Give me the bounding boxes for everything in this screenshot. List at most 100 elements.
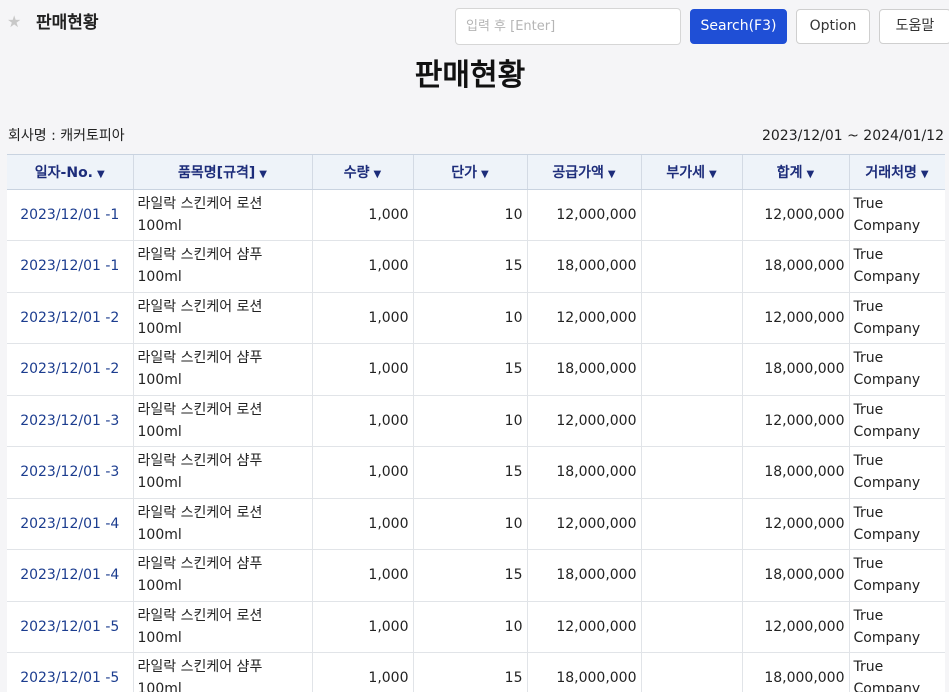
supply-cell: 18,000,000: [527, 652, 642, 692]
table-row[interactable]: 2023/12/01 -2 라일락 스킨케어 로션 100ml 1,000 10 12,…: [7, 292, 945, 344]
caret-down-icon[interactable]: ▼: [709, 169, 717, 180]
report-title: 판매현황: [414, 58, 526, 93]
header-col-item[interactable]: 품목명[규격] ▼: [133, 155, 313, 190]
caret-down-icon[interactable]: ▼: [259, 169, 267, 180]
caret-down-icon[interactable]: ▼: [481, 169, 489, 180]
table-row[interactable]: 2023/12/01 -4 라일락 스킨케어 샴푸 100ml 1,000 15 18,…: [7, 549, 945, 602]
header-label: 수량: [343, 164, 370, 181]
header-col-vat[interactable]: 부가세 ▼: [641, 155, 743, 190]
qty-cell: 1,000: [312, 395, 414, 447]
total-cell: 12,000,000: [742, 292, 850, 344]
header-col-price[interactable]: 단가 ▼: [413, 155, 528, 190]
caret-down-icon[interactable]: ▼: [921, 169, 929, 180]
item-cell: 라일락 스킨케어 로션 100ml: [133, 292, 313, 344]
search-button[interactable]: Search(F3): [690, 9, 787, 44]
header-col-customer[interactable]: 거래처명 ▼: [849, 155, 945, 190]
vat-cell: [641, 446, 743, 499]
total-cell: 12,000,000: [742, 395, 850, 447]
qty-cell: 1,000: [312, 343, 414, 396]
customer-cell: True Company: [849, 292, 945, 344]
qty-cell: 1,000: [312, 601, 414, 653]
header-label: 거래처명: [865, 164, 917, 181]
total-cell: 18,000,000: [742, 446, 850, 499]
item-cell: 라일락 스킨케어 샴푸 100ml: [133, 446, 313, 499]
qty-cell: 1,000: [312, 292, 414, 344]
date-cell[interactable]: 2023/12/01 -3: [7, 395, 134, 447]
item-cell: 라일락 스킨케어 로션 100ml: [133, 498, 313, 550]
item-cell: 라일락 스킨케어 샴푸 100ml: [133, 652, 313, 692]
price-cell: 10: [413, 601, 528, 653]
item-cell: 라일락 스킨케어 샴푸 100ml: [133, 240, 313, 293]
app-title: 판매현황: [36, 13, 99, 33]
table-row[interactable]: 2023/12/01 -1 라일락 스킨케어 로션 100ml 1,000 10 12,…: [7, 189, 945, 241]
header-label: 단가: [451, 164, 478, 181]
total-cell: 18,000,000: [742, 240, 850, 293]
caret-down-icon[interactable]: ▼: [807, 169, 815, 180]
price-cell: 15: [413, 343, 528, 396]
table-row[interactable]: 2023/12/01 -3 라일락 스킨케어 로션 100ml 1,000 10 12,…: [7, 395, 945, 447]
date-cell[interactable]: 2023/12/01 -4: [7, 549, 134, 602]
table-header-row: 일자-No. ▼ 품목명[규격] ▼ 수량 ▼ 단가 ▼ 공급가액 ▼ 부가세 ▼ 합계 ▼ 거래처명 ▼: [7, 155, 945, 190]
sales-table: 일자-No. ▼ 품목명[규격] ▼ 수량 ▼ 단가 ▼ 공급가액 ▼ 부가세 ▼ 합계 ▼ 거래처명 ▼ 2…: [7, 154, 945, 692]
date-cell[interactable]: 2023/12/01 -1: [7, 189, 134, 241]
customer-cell: True Company: [849, 446, 945, 499]
price-cell: 15: [413, 446, 528, 499]
total-cell: 18,000,000: [742, 652, 850, 692]
date-cell[interactable]: 2023/12/01 -1: [7, 240, 134, 293]
vat-cell: [641, 395, 743, 447]
header-col-qty[interactable]: 수량 ▼: [312, 155, 414, 190]
date-cell[interactable]: 2023/12/01 -5: [7, 601, 134, 653]
qty-cell: 1,000: [312, 652, 414, 692]
supply-cell: 18,000,000: [527, 240, 642, 293]
item-cell: 라일락 스킨케어 로션 100ml: [133, 189, 313, 241]
supply-cell: 12,000,000: [527, 292, 642, 344]
header-col-date-no[interactable]: 일자-No. ▼: [7, 155, 134, 190]
customer-cell: True Company: [849, 549, 945, 602]
customer-cell: True Company: [849, 343, 945, 396]
price-cell: 10: [413, 498, 528, 550]
header-label: 부가세: [666, 164, 705, 181]
table-row[interactable]: 2023/12/01 -5 라일락 스킨케어 샴푸 100ml 1,000 15 18,…: [7, 652, 945, 692]
price-cell: 10: [413, 395, 528, 447]
qty-cell: 1,000: [312, 446, 414, 499]
qty-cell: 1,000: [312, 549, 414, 602]
vat-cell: [641, 240, 743, 293]
date-cell[interactable]: 2023/12/01 -2: [7, 292, 134, 344]
item-cell: 라일락 스킨케어 로션 100ml: [133, 395, 313, 447]
option-button[interactable]: Option: [796, 9, 870, 44]
caret-down-icon[interactable]: ▼: [374, 169, 382, 180]
supply-cell: 18,000,000: [527, 446, 642, 499]
total-cell: 12,000,000: [742, 601, 850, 653]
table-row[interactable]: 2023/12/01 -5 라일락 스킨케어 로션 100ml 1,000 10 12,…: [7, 601, 945, 653]
table-body: 2023/12/01 -1 라일락 스킨케어 로션 100ml 1,000 10 12,…: [7, 189, 945, 692]
table-row[interactable]: 2023/12/01 -2 라일락 스킨케어 샴푸 100ml 1,000 15 18,…: [7, 343, 945, 396]
qty-cell: 1,000: [312, 240, 414, 293]
top-bar: ★ 판매현황 Search(F3) Option 도움말: [0, 0, 949, 50]
table-row[interactable]: 2023/12/01 -3 라일락 스킨케어 샴푸 100ml 1,000 15 18,…: [7, 446, 945, 499]
header-col-total[interactable]: 합계 ▼: [742, 155, 850, 190]
total-cell: 18,000,000: [742, 343, 850, 396]
customer-cell: True Company: [849, 498, 945, 550]
table-row[interactable]: 2023/12/01 -1 라일락 스킨케어 샴푸 100ml 1,000 15 18,…: [7, 240, 945, 293]
table-row[interactable]: 2023/12/01 -4 라일락 스킨케어 로션 100ml 1,000 10 12,…: [7, 498, 945, 550]
header-col-supply[interactable]: 공급가액 ▼: [527, 155, 642, 190]
supply-cell: 12,000,000: [527, 395, 642, 447]
date-cell[interactable]: 2023/12/01 -2: [7, 343, 134, 396]
header-label: 합계: [776, 164, 803, 181]
supply-cell: 12,000,000: [527, 189, 642, 241]
date-cell[interactable]: 2023/12/01 -5: [7, 652, 134, 692]
header-label: 일자-No.: [34, 164, 94, 181]
caret-down-icon[interactable]: ▼: [97, 169, 105, 180]
price-cell: 10: [413, 189, 528, 241]
caret-down-icon[interactable]: ▼: [608, 169, 616, 180]
price-cell: 15: [413, 652, 528, 692]
date-cell[interactable]: 2023/12/01 -3: [7, 446, 134, 499]
date-cell[interactable]: 2023/12/01 -4: [7, 498, 134, 550]
customer-cell: True Company: [849, 240, 945, 293]
star-icon[interactable]: ★: [7, 12, 21, 32]
vat-cell: [641, 343, 743, 396]
help-button[interactable]: 도움말: [879, 9, 949, 44]
supply-cell: 18,000,000: [527, 549, 642, 602]
total-cell: 12,000,000: [742, 189, 850, 241]
search-input[interactable]: [455, 8, 681, 45]
